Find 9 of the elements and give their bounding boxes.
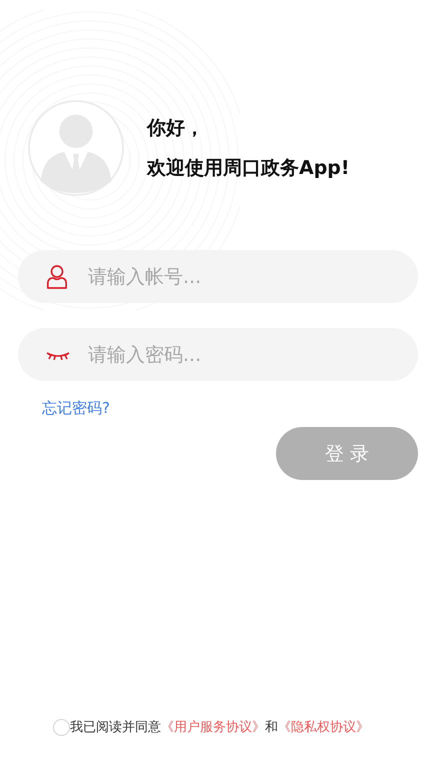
greeting-text: 你好， (147, 116, 205, 141)
user-agreement-link[interactable]: 《用户服务协议》 (161, 720, 265, 735)
agreement-text: 我已阅读并同意《用户服务协议》和《隐私权协议》 (70, 719, 369, 736)
forgot-password-link[interactable]: 忘记密码? (42, 399, 110, 418)
account-field[interactable]: 请输入帐号... (18, 250, 418, 303)
greeting-text: 欢迎使用周口政务App! (147, 156, 350, 181)
agreement-checkbox[interactable] (53, 718, 70, 736)
privacy-policy-link[interactable]: 《隐私权协议》 (278, 720, 369, 735)
password-field[interactable]: 请输入密码... (18, 328, 418, 381)
